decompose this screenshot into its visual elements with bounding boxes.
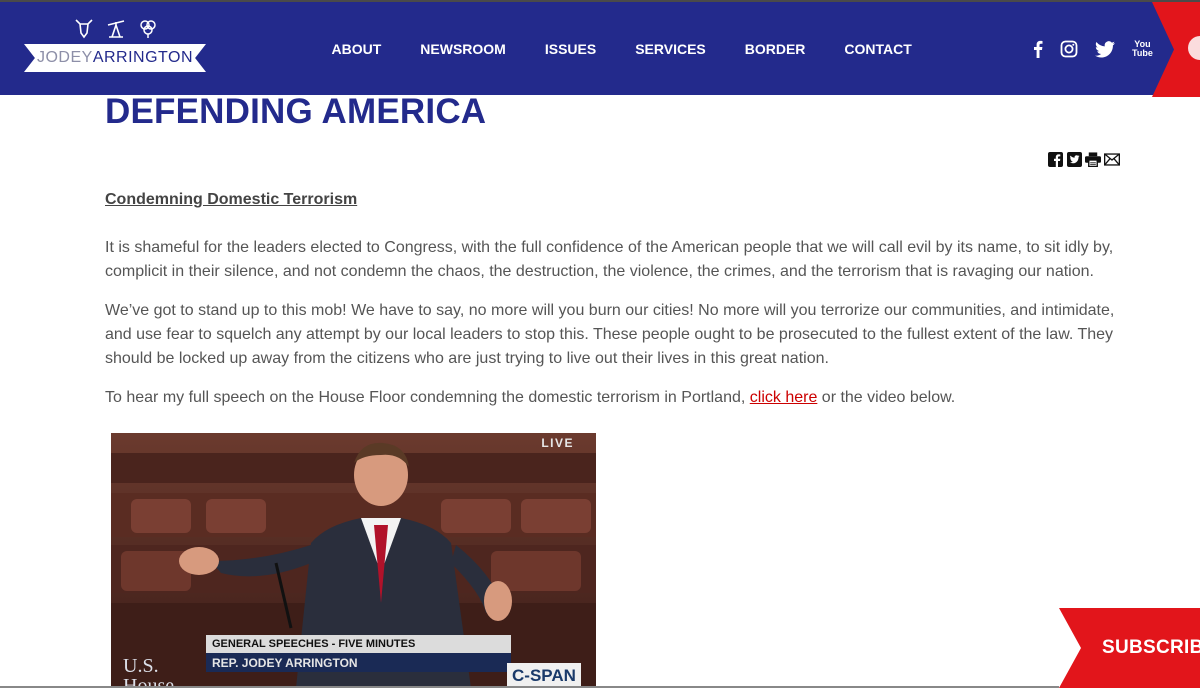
email-icon[interactable] <box>1104 151 1120 167</box>
share-facebook-icon[interactable] <box>1047 151 1063 167</box>
site-header: JODEY ARRINGTON ABOUT NEWSROOM ISSUES SER… <box>0 0 1200 97</box>
longhorn-icon <box>74 17 94 39</box>
section-heading: Condemning Domestic Terrorism <box>105 191 358 208</box>
twitter-icon[interactable] <box>1095 37 1115 61</box>
logo-last-name: ARRINGTON <box>92 49 194 66</box>
live-badge: LIVE <box>541 436 574 450</box>
cotton-icon <box>138 17 158 39</box>
nav-services[interactable]: SERVICES <box>616 38 726 60</box>
lower-third-speaker: REP. JODEY ARRINGTON <box>206 653 511 672</box>
print-icon[interactable] <box>1085 151 1101 167</box>
lower-third: GENERAL SPEECHES - FIVE MINUTES REP. JOD… <box>206 635 511 672</box>
oil-pump-icon <box>106 17 126 39</box>
article-paragraph-link: To hear my full speech on the House Floo… <box>105 386 1115 410</box>
logo-first-name: JODEY <box>36 49 93 66</box>
logo-ribbon: JODEY ARRINGTON <box>24 44 206 72</box>
video-player[interactable]: LIVE GENERAL SPEECHES - FIVE MINUTES REP… <box>111 433 596 688</box>
nav-about[interactable]: ABOUT <box>312 38 401 60</box>
article-body: It is shameful for the leaders elected t… <box>105 236 1115 425</box>
subscribe-label: SUBSCRIB <box>1102 637 1200 658</box>
nav-border[interactable]: BORDER <box>725 38 825 60</box>
article-paragraph: We’ve got to stand up to this mob! We ha… <box>105 302 1115 367</box>
nav-contact[interactable]: CONTACT <box>825 38 931 60</box>
instagram-icon[interactable] <box>1060 37 1078 61</box>
lower-third-program: GENERAL SPEECHES - FIVE MINUTES <box>206 635 511 653</box>
logo-icons <box>74 17 164 41</box>
youtube-label-bottom: Tube <box>1132 48 1153 58</box>
share-tools <box>1047 151 1120 167</box>
nav-issues[interactable]: ISSUES <box>525 38 615 60</box>
us-house-line1: U.S. <box>123 655 159 677</box>
click-here-link[interactable]: click here <box>750 389 818 406</box>
social-links: You Tube <box>1033 37 1153 61</box>
paragraph-text: or the video below. <box>817 389 956 406</box>
us-house-logo: U.S. House <box>123 656 174 688</box>
paragraph-text: To hear my full speech on the House Floo… <box>105 389 750 406</box>
youtube-icon[interactable]: You Tube <box>1132 37 1153 61</box>
site-logo[interactable]: JODEY ARRINGTON <box>24 17 206 75</box>
nav-newsroom[interactable]: NEWSROOM <box>401 38 526 60</box>
cspan-logo: C-SPAN <box>507 663 581 688</box>
share-twitter-icon[interactable] <box>1066 151 1082 167</box>
page-title: DEFENDING AMERICA <box>105 92 487 131</box>
main-nav: ABOUT NEWSROOM ISSUES SERVICES BORDER CO… <box>312 38 931 60</box>
facebook-icon[interactable] <box>1033 37 1043 61</box>
article-paragraph: It is shameful for the leaders elected t… <box>105 239 1114 280</box>
subscribe-tab[interactable]: SUBSCRIB <box>1059 608 1200 688</box>
